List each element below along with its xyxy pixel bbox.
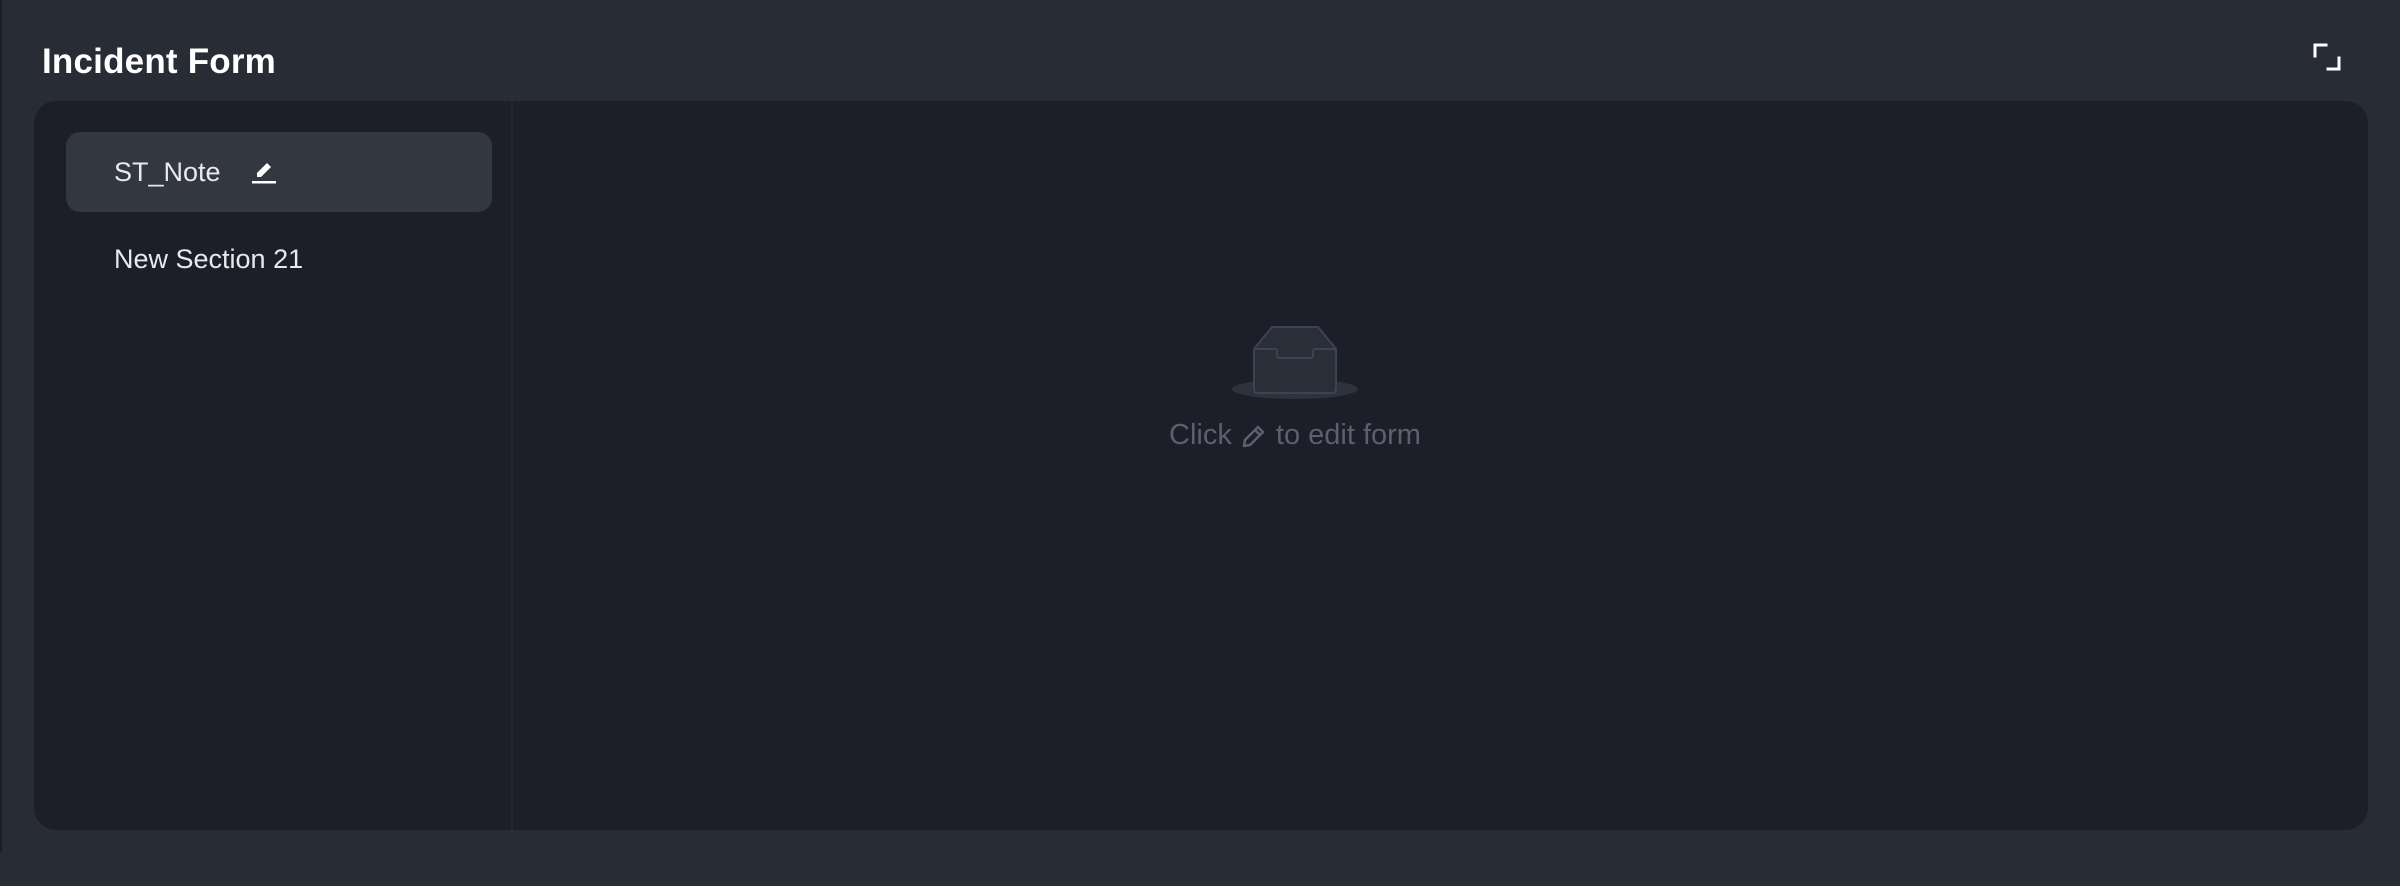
form-panel: ST_Note New Section 21 Click to edit for…	[34, 101, 2368, 830]
edit-icon[interactable]	[249, 157, 279, 187]
empty-state: Click to edit form	[1135, 321, 1455, 481]
section-item-st-note[interactable]: ST_Note	[66, 132, 492, 212]
pencil-icon	[1240, 422, 1268, 450]
expand-icon	[2313, 43, 2341, 71]
empty-message-suffix: to edit form	[1275, 419, 1421, 451]
incident-form-page: Incident Form ST_Note New Section 21 Cli…	[0, 0, 2400, 886]
section-item-label: ST_Note	[114, 156, 221, 187]
section-sidebar: ST_Note New Section 21	[34, 101, 513, 830]
section-item-label: New Section 21	[114, 243, 304, 274]
left-border	[0, 0, 2, 852]
expand-button[interactable]	[2312, 42, 2342, 72]
inbox-icon	[1232, 326, 1358, 399]
section-item-new-section-21[interactable]: New Section 21	[66, 219, 492, 299]
page-title: Incident Form	[42, 42, 276, 81]
empty-message: Click to edit form	[1135, 419, 1455, 452]
empty-message-prefix: Click	[1169, 419, 1232, 451]
